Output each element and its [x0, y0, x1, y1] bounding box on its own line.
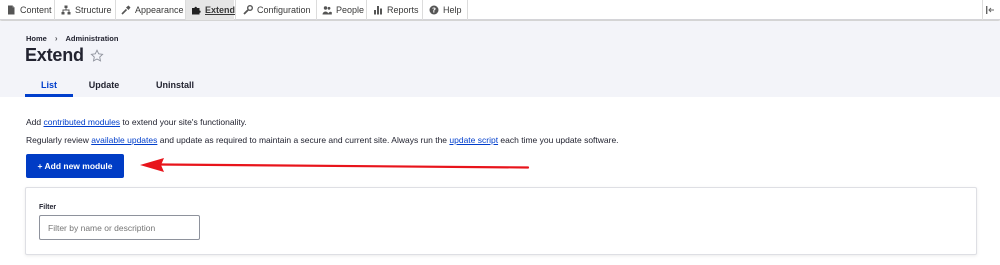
admin-toolbar: Content Structure Appearance Extend Conf…: [0, 0, 1000, 20]
page-header: Home › Administration Extend List Update…: [0, 21, 1000, 97]
intro-line-2: Regularly review available updates and u…: [26, 135, 619, 145]
toolbar-label: Reports: [387, 5, 419, 15]
breadcrumb-home-link[interactable]: Home: [26, 34, 47, 43]
reports-icon: [373, 5, 383, 15]
breadcrumb-separator: ›: [54, 34, 58, 43]
content-icon: [6, 5, 16, 15]
filter-label: Filter: [39, 204, 57, 211]
add-new-module-button[interactable]: + Add new module: [26, 154, 124, 178]
toolbar-divider: [467, 0, 468, 20]
toolbar-label: Configuration: [257, 5, 311, 15]
toolbar-item-configuration[interactable]: Configuration: [243, 0, 311, 20]
toolbar-item-appearance[interactable]: Appearance: [121, 0, 184, 20]
intro-text: each time you update software.: [498, 135, 619, 145]
toolbar-divider: [422, 0, 423, 20]
toolbar-divider: [54, 0, 55, 20]
filter-input[interactable]: [39, 215, 200, 240]
update-script-link[interactable]: update script: [449, 135, 498, 145]
toolbar-divider: [366, 0, 367, 20]
available-updates-link[interactable]: available updates: [91, 135, 157, 145]
wrench-icon: [243, 5, 253, 15]
appearance-icon: [121, 5, 131, 15]
breadcrumb: Home › Administration: [26, 34, 118, 43]
toolbar-item-content[interactable]: Content: [6, 0, 52, 20]
toolbar-item-reports[interactable]: Reports: [373, 0, 419, 20]
help-icon: ?: [429, 5, 439, 15]
breadcrumb-administration-link[interactable]: Administration: [66, 34, 119, 43]
intro-line-1: Add contributed modules to extend your s…: [26, 117, 247, 127]
toolbar-item-structure[interactable]: Structure: [61, 0, 112, 20]
intro-text: and update as required to maintain a sec…: [157, 135, 450, 145]
toolbar-item-help[interactable]: ? Help: [429, 0, 462, 20]
toolbar-label: Help: [443, 5, 462, 15]
toolbar-label: People: [336, 5, 365, 15]
toolbar-divider: [235, 0, 236, 20]
people-icon: [322, 5, 332, 15]
toolbar-item-extend[interactable]: Extend: [186, 0, 236, 20]
page-title: Extend: [25, 45, 84, 65]
intro-text: to extend your site's functionality.: [120, 117, 247, 127]
structure-icon: [61, 5, 71, 15]
extend-icon: [191, 5, 201, 15]
toolbar-label: Appearance: [135, 5, 184, 15]
star-outline-icon[interactable]: [90, 48, 104, 63]
svg-text:?: ?: [432, 7, 436, 15]
title-row: Extend: [25, 45, 104, 66]
toolbar-divider: [115, 0, 116, 20]
toolbar-divider: [982, 0, 983, 20]
toolbar-label: Extend: [205, 5, 236, 15]
primary-tabs: List Update Uninstall: [25, 75, 215, 97]
intro-text: Regularly review: [26, 135, 92, 145]
tab-uninstall[interactable]: Uninstall: [135, 75, 215, 97]
contributed-modules-link[interactable]: contributed modules: [44, 117, 121, 127]
filter-panel: Filter: [25, 187, 977, 255]
toolbar-label: Structure: [75, 5, 112, 15]
sidebar-collapse-icon[interactable]: [984, 3, 996, 17]
tab-update[interactable]: Update: [73, 75, 135, 97]
toolbar-divider: [316, 0, 317, 20]
intro-text: Add: [26, 117, 44, 127]
toolbar-item-people[interactable]: People: [322, 0, 364, 20]
tab-list[interactable]: List: [25, 75, 73, 97]
red-arrow-annotation: [140, 158, 530, 172]
toolbar-label: Content: [20, 5, 52, 15]
